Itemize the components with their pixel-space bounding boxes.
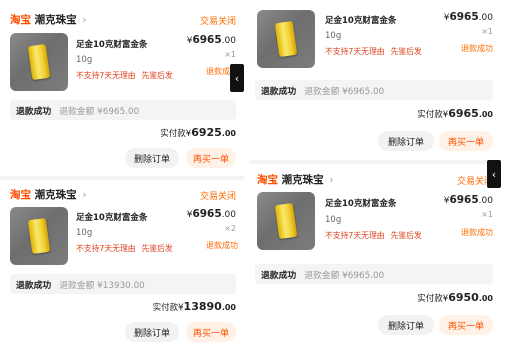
total-paid: 实付款¥6925.00	[160, 126, 236, 139]
tag-no-7day-return: 不支持7天无理由	[76, 71, 136, 80]
tag-inspect-first: 先鉴后发	[390, 47, 422, 56]
product-spec: 10g	[76, 228, 93, 238]
total-paid: 实付款¥6950.00	[417, 291, 493, 304]
total-paid: 实付款¥6965.00	[417, 107, 493, 120]
product-name[interactable]: 足金10克财富金条	[76, 211, 147, 223]
service-tags: 不支持7天无理由 先鉴后发	[76, 70, 173, 81]
refund-amount: 退款金额 ¥13930.00	[59, 280, 145, 291]
buy-again-button[interactable]: 再买一单	[439, 315, 493, 335]
unit-price: ¥6965.00	[186, 208, 236, 220]
product-spec: 10g	[325, 31, 342, 41]
refund-status: 退款成功	[16, 106, 52, 117]
product-spec: 10g	[76, 55, 93, 65]
order-card-2: 淘宝 潮克珠宝 › 交易关闭 足金10克财富金条 10g 不支持7天无理由 先鉴后…	[0, 176, 244, 349]
taobao-label: 淘宝	[10, 14, 31, 26]
refund-status: 退款成功	[261, 86, 297, 97]
refund-tag: 退款成功	[206, 241, 238, 250]
product-spec: 10g	[325, 215, 342, 225]
product-thumbnail[interactable]	[10, 33, 68, 91]
gold-bar-image	[27, 43, 51, 81]
store-header[interactable]: 淘宝 潮克珠宝 ›	[10, 187, 87, 202]
quantity: ×2	[224, 224, 236, 233]
product-thumbnail[interactable]	[257, 10, 315, 68]
delete-order-button[interactable]: 删除订单	[125, 148, 179, 168]
refund-amount: 退款金额 ¥6965.00	[304, 270, 385, 281]
order-status: 交易关闭	[199, 192, 236, 202]
buy-again-button[interactable]: 再买一单	[439, 131, 493, 151]
refund-status: 退款成功	[16, 280, 52, 291]
refund-tag: 退款成功	[461, 228, 493, 237]
chevron-left-icon[interactable]: ‹	[230, 64, 244, 92]
refund-info[interactable]: 退款成功 退款金额 ¥6965.00	[10, 100, 236, 120]
store-header[interactable]: 淘宝 潮克珠宝 ›	[10, 12, 87, 27]
unit-price: ¥6965.00	[186, 34, 236, 46]
chevron-right-icon: ›	[82, 14, 87, 26]
product-thumbnail[interactable]	[257, 192, 315, 250]
refund-info[interactable]: 退款成功 退款金额 ¥6965.00	[255, 264, 493, 284]
tag-no-7day-return: 不支持7天无理由	[325, 47, 385, 56]
gold-bar-image	[274, 202, 298, 240]
unit-price: ¥6965.00	[443, 11, 493, 23]
store-header[interactable]: 淘宝 潮克珠宝 ›	[257, 172, 334, 187]
refund-tag: 退款成功	[461, 44, 493, 53]
total-paid: 实付款¥13890.00	[152, 300, 236, 313]
store-name: 潮克珠宝	[281, 174, 324, 186]
quantity: ×1	[481, 27, 493, 36]
tag-inspect-first: 先鉴后发	[390, 231, 422, 240]
chevron-left-icon[interactable]: ‹	[487, 160, 501, 188]
refund-amount: 退款金额 ¥6965.00	[304, 86, 385, 97]
chevron-right-icon: ›	[329, 174, 334, 186]
delete-order-button[interactable]: 删除订单	[378, 315, 434, 335]
refund-info[interactable]: 退款成功 退款金额 ¥6965.00	[255, 80, 493, 100]
gold-bar-image	[274, 20, 298, 58]
order-card-1: 淘宝 潮克珠宝 › 交易关闭 足金10克财富金条 10g 不支持7天无理由 先鉴后…	[0, 0, 244, 174]
order-card-3: 足金10克财富金条 10g 不支持7天无理由 先鉴后发 ¥6965.00 ×1 退…	[249, 0, 501, 158]
refund-info[interactable]: 退款成功 退款金额 ¥13930.00	[10, 274, 236, 294]
chevron-right-icon: ›	[82, 189, 87, 201]
product-name[interactable]: 足金10克财富金条	[76, 38, 147, 50]
taobao-label: 淘宝	[10, 189, 31, 201]
product-thumbnail[interactable]	[10, 207, 68, 265]
buy-again-button[interactable]: 再买一单	[186, 148, 236, 168]
delete-order-button[interactable]: 删除订单	[378, 131, 434, 151]
delete-order-button[interactable]: 删除订单	[125, 322, 179, 342]
order-status: 交易关闭	[199, 17, 236, 27]
tag-no-7day-return: 不支持7天无理由	[76, 244, 136, 253]
store-name: 潮克珠宝	[34, 14, 77, 26]
tag-inspect-first: 先鉴后发	[141, 71, 173, 80]
quantity: ×1	[481, 210, 493, 219]
product-name[interactable]: 足金10克财富金条	[325, 197, 396, 209]
service-tags: 不支持7天无理由 先鉴后发	[325, 46, 422, 57]
tag-no-7day-return: 不支持7天无理由	[325, 231, 385, 240]
order-card-4: 淘宝 潮克珠宝 › 交易关闭 足金10克财富金条 10g 不支持7天无理由 先鉴后…	[249, 160, 501, 349]
service-tags: 不支持7天无理由 先鉴后发	[76, 243, 173, 254]
store-name: 潮克珠宝	[34, 189, 77, 201]
taobao-label: 淘宝	[257, 174, 278, 186]
gold-bar-image	[27, 217, 51, 255]
refund-amount: 退款金额 ¥6965.00	[59, 106, 140, 117]
tag-inspect-first: 先鉴后发	[141, 244, 173, 253]
product-name[interactable]: 足金10克财富金条	[325, 14, 396, 26]
service-tags: 不支持7天无理由 先鉴后发	[325, 230, 422, 241]
quantity: ×1	[224, 50, 236, 59]
refund-status: 退款成功	[261, 270, 297, 281]
unit-price: ¥6965.00	[443, 194, 493, 206]
buy-again-button[interactable]: 再买一单	[186, 322, 236, 342]
